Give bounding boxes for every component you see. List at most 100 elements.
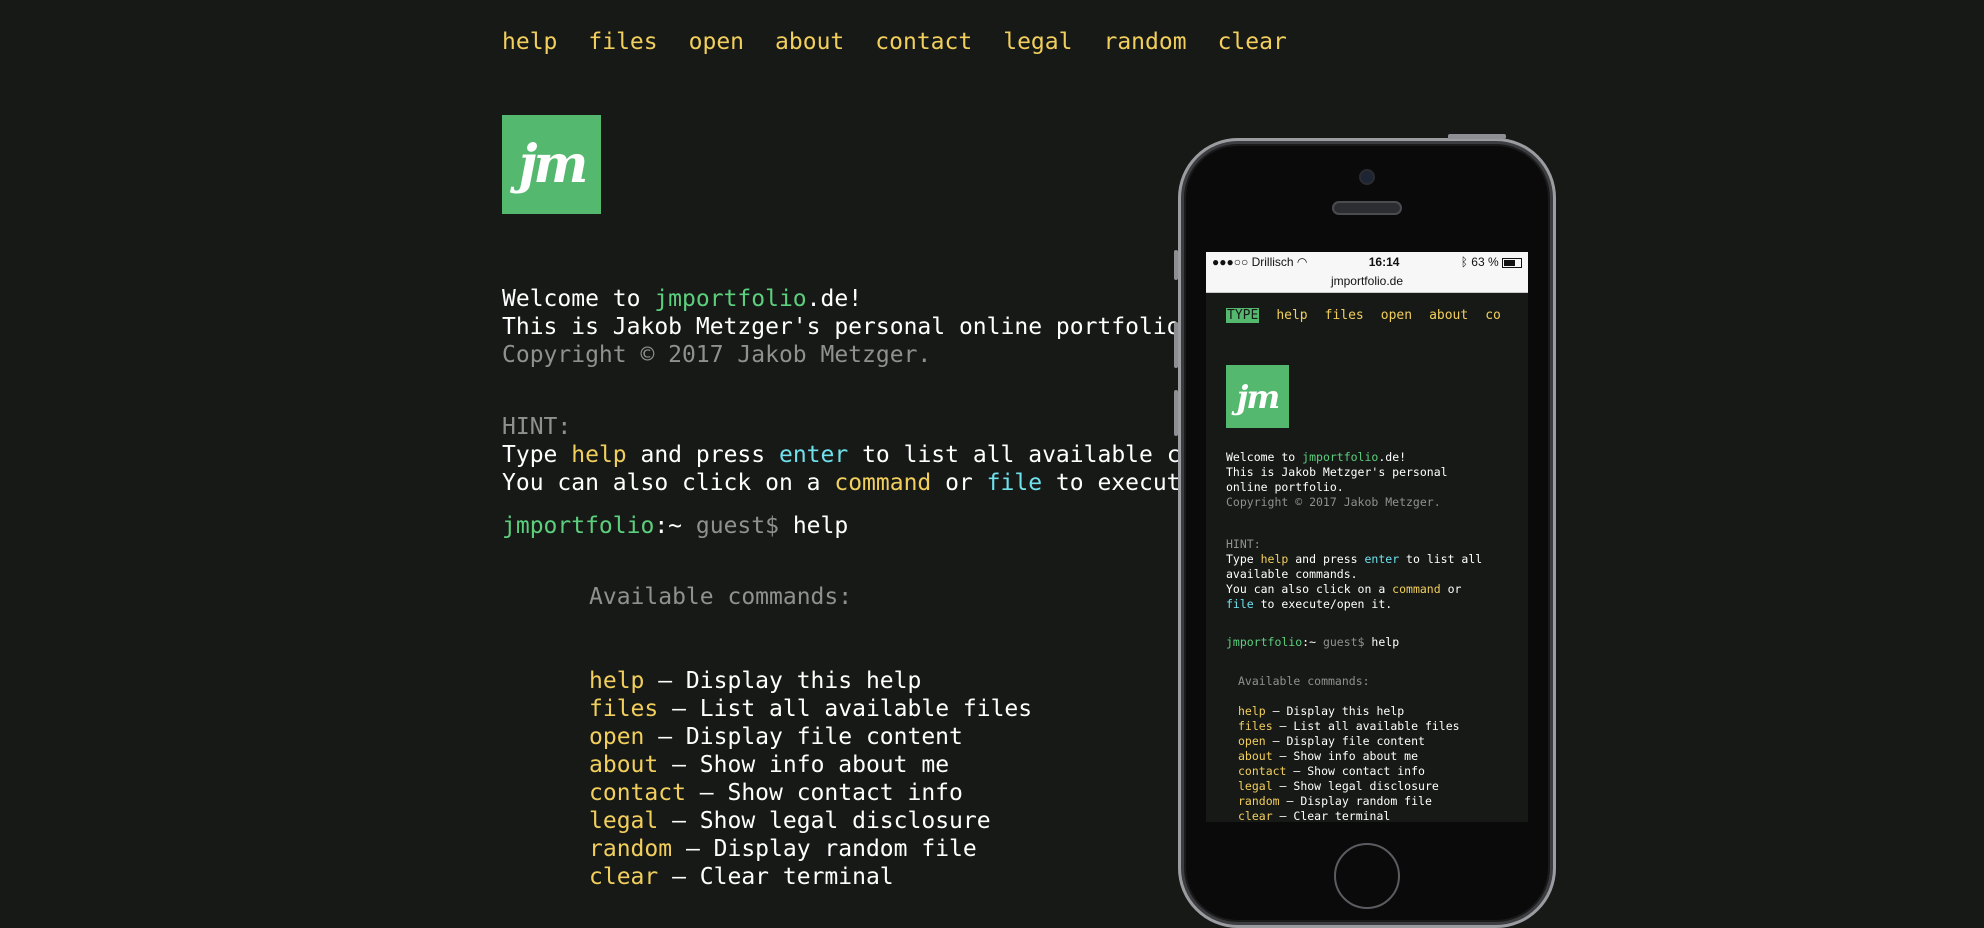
- volume-down-button: [1174, 390, 1178, 436]
- nav-legal[interactable]: legal: [1003, 26, 1072, 58]
- phone-cmd-about[interactable]: about: [1238, 749, 1273, 763]
- phone-hint-text: to list all: [1399, 552, 1483, 566]
- phone-cmd-clear[interactable]: clear: [1238, 809, 1273, 822]
- power-button: [1448, 134, 1506, 139]
- clock: 16:14: [1368, 255, 1400, 269]
- hint-text: to list all available comm: [848, 442, 1223, 468]
- phone-jm-logo: jm: [1226, 365, 1289, 428]
- home-button: [1334, 843, 1400, 909]
- nav-open[interactable]: open: [689, 26, 744, 58]
- phone-mockup: ●●●○○ Drillisch ◠ 16:14 ᛒ 63 % jmportfol…: [1174, 134, 1556, 928]
- phone-cmd-desc: – Display this help: [1265, 704, 1405, 718]
- phone-screen: ●●●○○ Drillisch ◠ 16:14 ᛒ 63 % jmportfol…: [1206, 252, 1528, 822]
- welcome-line2: This is Jakob Metzger's personal online …: [502, 314, 1195, 340]
- url-bar[interactable]: jmportfolio.de: [1206, 272, 1528, 293]
- nav-clear[interactable]: clear: [1218, 26, 1287, 58]
- cmd-about[interactable]: about: [589, 752, 658, 778]
- earpiece-speaker: [1334, 203, 1400, 213]
- phone-prompt-user: guest$: [1316, 635, 1372, 649]
- prompt-path: :~: [654, 513, 683, 539]
- welcome-block: Welcome to jmportfolio.de! This is Jakob…: [502, 257, 1194, 369]
- cmd-desc: – Display file content: [644, 724, 963, 750]
- nav-random[interactable]: random: [1103, 26, 1186, 58]
- front-camera-icon: [1361, 171, 1373, 183]
- phone-hint-text: to execute/open it.: [1253, 597, 1393, 611]
- cmd-desc: – List all available files: [658, 696, 1033, 722]
- cmd-open[interactable]: open: [589, 724, 644, 750]
- phone-prompt-line: jmportfolio:~ guest$ help: [1226, 635, 1399, 650]
- cmd-desc: – Clear terminal: [658, 864, 894, 890]
- phone-welcome-prefix: Welcome to: [1226, 450, 1303, 464]
- cmd-desc: – Show info about me: [658, 752, 950, 778]
- phone-cmd-help[interactable]: help: [1238, 704, 1266, 718]
- phone-hint-text: and press: [1288, 552, 1365, 566]
- phone-welcome-suffix: .de!: [1378, 450, 1407, 464]
- jm-logo: jm: [502, 115, 601, 214]
- nav-files[interactable]: files: [588, 26, 657, 58]
- mute-switch: [1174, 250, 1178, 280]
- command-list: help – Display this help files – List al…: [589, 639, 1032, 891]
- phone-hint-text: available commands.: [1226, 567, 1358, 581]
- phone-nav-files[interactable]: files: [1325, 308, 1364, 323]
- volume-up-button: [1174, 322, 1178, 368]
- hint-text: You can also click on a: [502, 470, 835, 496]
- phone-cmd-files[interactable]: files: [1238, 719, 1273, 733]
- battery-level: [1503, 259, 1515, 266]
- welcome-suffix: .de!: [806, 286, 863, 312]
- phone-hint-block: HINT: Type help and press enter to list …: [1226, 537, 1482, 612]
- phone-hint-title: HINT:: [1226, 537, 1261, 551]
- hint-text: Type: [502, 442, 572, 468]
- welcome-prefix: Welcome to: [502, 286, 655, 312]
- hint-enter-key: enter: [778, 442, 849, 468]
- cmd-legal[interactable]: legal: [589, 808, 658, 834]
- phone-hint-text: You can also click on a: [1226, 582, 1393, 596]
- phone-cmd-random[interactable]: random: [1238, 794, 1280, 808]
- phone-available-title: Available commands:: [1238, 674, 1370, 688]
- phone-hint-file: file: [1226, 597, 1254, 611]
- command-nav: help files open about contact legal rand…: [502, 26, 1318, 58]
- phone-hint-enter: enter: [1364, 552, 1400, 566]
- phone-nav-contact[interactable]: co: [1485, 308, 1501, 323]
- cmd-help[interactable]: help: [589, 668, 644, 694]
- phone-hint-text: Type: [1226, 552, 1261, 566]
- phone-nav-type[interactable]: TYPE: [1226, 308, 1260, 323]
- copyright: Copyright © 2017 Jakob Metzger.: [502, 342, 932, 368]
- wifi-icon: ◠: [1296, 255, 1308, 269]
- cmd-desc: – Show contact info: [685, 780, 963, 806]
- phone-cmd-desc: – List all available files: [1272, 719, 1460, 733]
- phone-cmd-desc: – Show info about me: [1272, 749, 1419, 763]
- phone-cmd-desc: – Display random file: [1279, 794, 1432, 808]
- phone-nav-open[interactable]: open: [1381, 308, 1412, 323]
- phone-status-bar: ●●●○○ Drillisch ◠ 16:14 ᛒ 63 %: [1206, 252, 1528, 272]
- prompt-user: guest$: [682, 513, 793, 539]
- nav-contact[interactable]: contact: [875, 26, 972, 58]
- hint-file-word: file: [986, 470, 1043, 496]
- battery-icon: [1501, 257, 1522, 268]
- phone-hint-command: command: [1392, 582, 1441, 596]
- hint-help-command[interactable]: help: [571, 442, 626, 468]
- hint-text: and press: [626, 442, 779, 468]
- phone-cmd-contact[interactable]: contact: [1238, 764, 1286, 778]
- nav-about[interactable]: about: [775, 26, 844, 58]
- phone-nav-about[interactable]: about: [1429, 308, 1468, 323]
- phone-cmd-open[interactable]: open: [1238, 734, 1266, 748]
- cmd-contact[interactable]: contact: [589, 780, 686, 806]
- available-commands-title: Available commands:: [589, 584, 853, 610]
- phone-copyright: Copyright © 2017 Jakob Metzger.: [1226, 495, 1441, 509]
- phone-hint-help[interactable]: help: [1261, 552, 1289, 566]
- phone-prompt-command: help: [1371, 635, 1400, 649]
- carrier-label: ●●●○○ Drillisch: [1212, 255, 1294, 269]
- battery-percent: 63 %: [1471, 255, 1499, 269]
- phone-nav-help[interactable]: help: [1276, 308, 1307, 323]
- prompt-command: help: [792, 513, 849, 539]
- phone-welcome-site: jmportfolio: [1302, 450, 1379, 464]
- phone-cmd-desc: – Clear terminal: [1272, 809, 1391, 822]
- nav-help[interactable]: help: [502, 26, 557, 58]
- phone-cmd-legal[interactable]: legal: [1238, 779, 1273, 793]
- cmd-random[interactable]: random: [589, 836, 672, 862]
- bluetooth-icon: ᛒ: [1460, 255, 1468, 269]
- cmd-files[interactable]: files: [589, 696, 658, 722]
- hint-text: or: [931, 470, 987, 496]
- cmd-clear[interactable]: clear: [589, 864, 658, 890]
- phone-welcome-block: Welcome to jmportfolio.de! This is Jakob…: [1226, 450, 1448, 510]
